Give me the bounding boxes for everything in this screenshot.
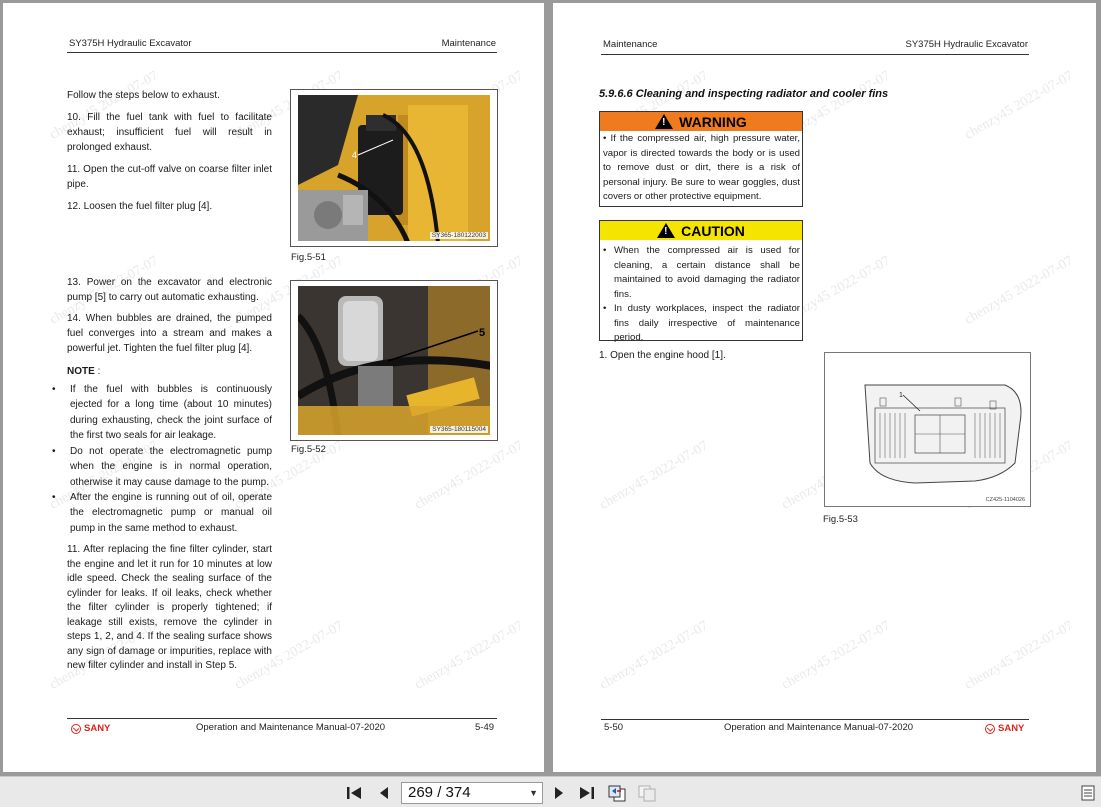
sany-mark-icon [985, 723, 995, 734]
callout-label: 1 [899, 392, 903, 399]
brand-text: SANY [84, 723, 111, 734]
figure-5-53: 1 CZ425-1104026 [824, 352, 1031, 507]
watermark: chenzy45 2022-07-07 [597, 618, 711, 693]
warning-header: ! WARNING [600, 112, 802, 131]
paragraph: 11. After replacing the fine filter cyli… [67, 544, 272, 671]
paragraph: 13. Power on the excavator and electroni… [67, 277, 272, 303]
header-section: Maintenance [441, 38, 496, 49]
step-text: 1. Open the engine hood [1]. [599, 350, 726, 361]
note-heading: NOTE : [67, 365, 272, 380]
watermark: chenzy45 2022-07-07 [779, 618, 893, 693]
caution-body: • When the compressed air is used for cle… [600, 240, 802, 348]
header-rule [67, 52, 497, 53]
brand-text: SANY [998, 723, 1025, 734]
figure-caption: Fig.5-53 [823, 514, 858, 525]
list-item: • When the compressed air is used for cle… [603, 244, 800, 302]
watermark: chenzy45 2022-07-07 [412, 618, 526, 693]
figure-caption: Fig.5-52 [291, 444, 326, 455]
list-item: • After the engine is running out of oil,… [52, 492, 272, 534]
watermark: chenzy45 2022-07-07 [962, 68, 1076, 143]
note-colon: : [97, 366, 101, 377]
left-page: chenzy45 2022-07-07 chenzy45 2022-07-07 … [3, 3, 544, 772]
caution-triangle-icon: ! [657, 223, 676, 238]
figure-caption: Fig.5-51 [291, 252, 326, 263]
warning-label: WARNING [679, 113, 747, 130]
sany-mark-icon [71, 723, 81, 734]
warning-text: • If the compressed air, high pressure w… [603, 133, 800, 202]
right-page: chenzy45 2022-07-07 chenzy45 2022-07-07 … [553, 3, 1096, 772]
paragraph: 10. Fill the fuel tank with fuel to faci… [67, 112, 272, 153]
header-model: SY375H Hydraulic Excavator [905, 39, 1029, 50]
figure-code: SY365-180115004 [430, 426, 488, 433]
figure-5-52: 5 SY365-180115004 [290, 280, 498, 441]
chevron-down-icon[interactable]: ▼ [529, 783, 538, 803]
previous-page-icon[interactable] [373, 783, 395, 803]
next-page-icon[interactable] [548, 783, 570, 803]
footer-title: Operation and Maintenance Manual-07-2020 [196, 722, 386, 733]
section-title: 5.9.6.6 Cleaning and inspecting radiator… [599, 88, 889, 100]
watermark: chenzy45 2022-07-07 [962, 253, 1076, 328]
page-number: 5-49 [475, 722, 495, 733]
caution-text: In dusty workplaces, inspect the radiato… [614, 303, 800, 343]
paragraph: 11. Open the cut-off valve on coarse fil… [67, 164, 272, 190]
header-model: SY375H Hydraulic Excavator [69, 38, 192, 49]
caution-text: When the compressed air is used for clea… [614, 245, 800, 300]
paragraph: 14. When bubbles are drained, the pumped… [67, 313, 272, 354]
caution-header: ! CAUTION [600, 221, 802, 240]
figure-5-51: 4 SY365-180122003 [290, 89, 498, 247]
footer-title: Operation and Maintenance Manual-07-2020 [724, 722, 914, 733]
list-item: • In dusty workplaces, inspect the radiat… [603, 302, 800, 346]
watermark: chenzy45 2022-07-07 [962, 618, 1076, 693]
viewer-toolbar: 269 / 374 ▼ [0, 776, 1101, 807]
page-number-select[interactable]: 269 / 374 ▼ [401, 782, 543, 804]
figure-code: CZ425-1104026 [986, 497, 1025, 503]
note-label: NOTE [67, 366, 95, 377]
callout-label: 4 [352, 150, 357, 160]
note-text: After the engine is running out of oil, … [70, 492, 272, 534]
warning-triangle-icon: ! [655, 114, 674, 129]
figure-code: SY365-180122003 [429, 232, 488, 239]
header-section: Maintenance [603, 39, 658, 50]
footer-rule [67, 718, 497, 719]
page-number: 5-50 [604, 722, 624, 733]
watermark: chenzy45 2022-07-07 [597, 438, 711, 513]
paragraph: 12. Loosen the fuel filter plug [4]. [67, 201, 213, 212]
first-page-icon[interactable] [343, 783, 365, 803]
go-back-view-icon[interactable] [606, 783, 628, 803]
sany-logo: SANY [985, 723, 1024, 734]
sidebar-toggle-icon[interactable] [1077, 783, 1099, 803]
footer-rule [601, 719, 1029, 720]
page-indicator: 269 / 374 [408, 784, 471, 801]
note-text: If the fuel with bubbles is continuously… [70, 384, 272, 441]
paragraph: Follow the steps below to exhaust. [67, 90, 220, 101]
note-list: • If the fuel with bubbles is continuousl… [52, 382, 272, 536]
list-item: • Do not operate the electromagnetic pump… [52, 446, 272, 488]
fuel-filter-photo: 4 SY365-180122003 [298, 95, 490, 241]
watermark: chenzy45 2022-07-07 [412, 438, 526, 513]
last-page-icon[interactable] [576, 783, 598, 803]
header-rule [601, 54, 1029, 55]
list-item: • If the fuel with bubbles is continuousl… [52, 384, 272, 441]
warning-box: ! WARNING • If the compressed air, high … [599, 111, 803, 207]
caution-box: ! CAUTION • When the compressed air is us… [599, 220, 803, 343]
go-forward-view-icon[interactable] [636, 783, 658, 803]
sany-logo: SANY [71, 723, 110, 734]
caution-label: CAUTION [681, 222, 745, 239]
note-text: Do not operate the electromagnetic pump … [70, 446, 272, 488]
electronic-pump-photo: 5 SY365-180115004 [298, 286, 490, 435]
engine-hood-diagram: 1 CZ425-1104026 [864, 384, 1025, 503]
callout-label: 5 [479, 327, 485, 339]
